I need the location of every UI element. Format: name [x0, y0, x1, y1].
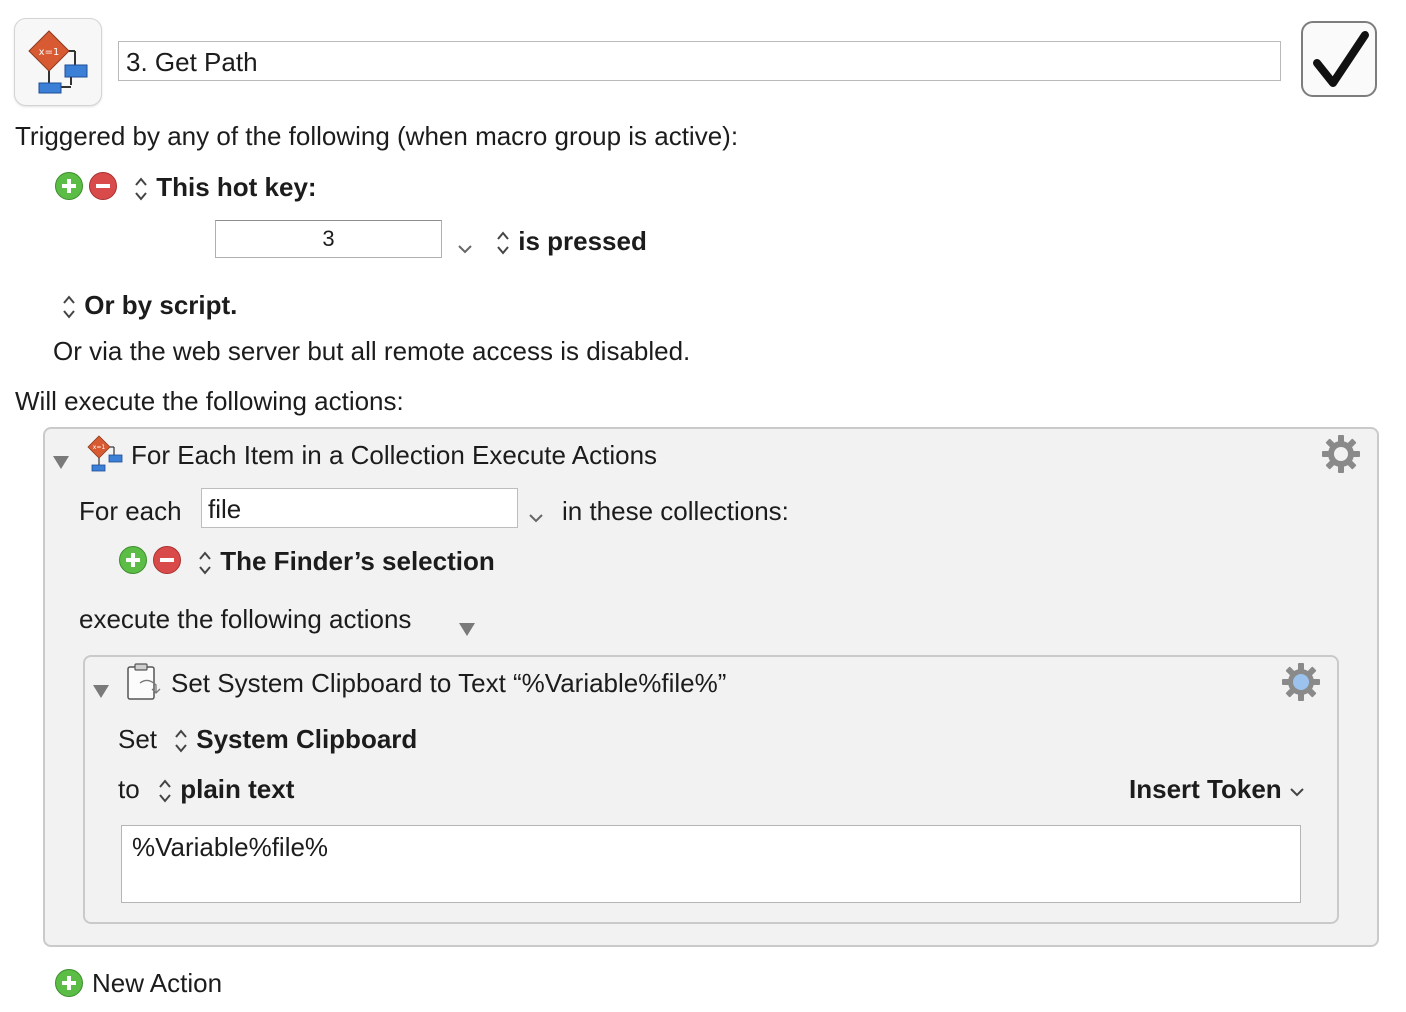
insert-token-label: Insert Token: [1129, 774, 1282, 804]
for-each-action-title: For Each Item in a Collection Execute Ac…: [131, 440, 658, 470]
web-server-note: Or via the web server but all remote acc…: [53, 336, 691, 366]
gear-icon: [1322, 435, 1360, 473]
script-trigger-label: Or by script.: [84, 290, 238, 320]
variable-name-field[interactable]: file: [201, 488, 518, 528]
disclosure-triangle-icon: [93, 685, 109, 698]
trigger-type-popup[interactable]: This hot key:: [133, 172, 317, 204]
minus-circle-icon: [160, 558, 174, 562]
flowchart-icon: x=1: [28, 30, 88, 94]
clipboard-action-title: Set System Clipboard to Text “%Variable%…: [171, 668, 727, 698]
clipboard-text-area[interactable]: %Variable%file%: [121, 825, 1301, 903]
stepper-arrows-icon: [199, 551, 211, 575]
trigger-type-label: This hot key:: [156, 172, 317, 202]
disclosure-triangle-icon: [459, 623, 475, 636]
text-format-popup[interactable]: plain text: [157, 774, 294, 806]
triggers-heading: Triggered by any of the following (when …: [15, 121, 739, 151]
add-trigger-button[interactable]: [55, 172, 83, 200]
flowchart-icon: x=1: [87, 435, 123, 472]
remove-collection-button[interactable]: [153, 546, 181, 574]
minus-circle-icon: [96, 184, 110, 188]
stepper-arrows-icon: [175, 729, 187, 753]
plus-circle-icon: [62, 976, 76, 990]
chevron-down-icon: [1290, 788, 1304, 797]
remove-trigger-button[interactable]: [89, 172, 117, 200]
for-each-action-icon: x=1: [86, 434, 124, 479]
macro-name-field[interactable]: 3. Get Path: [118, 41, 1281, 81]
collection-type-popup[interactable]: The Finder’s selection: [197, 546, 495, 578]
for-each-disclosure-triangle[interactable]: [52, 446, 70, 477]
execute-actions-label: execute the following actions: [79, 604, 412, 634]
hotkey-condition-label: is pressed: [518, 226, 647, 256]
new-action-button[interactable]: New Action: [92, 968, 222, 999]
gear-icon: [1282, 663, 1320, 701]
macro-icon[interactable]: x=1: [14, 18, 102, 106]
clipboard-gear-button[interactable]: [1281, 662, 1321, 709]
actions-heading: Will execute the following actions:: [15, 386, 404, 416]
clipboard-target-label: System Clipboard: [196, 724, 418, 754]
variable-dropdown-button[interactable]: [527, 501, 545, 532]
plus-circle-icon: [126, 553, 140, 567]
collection-type-label: The Finder’s selection: [220, 546, 495, 576]
macro-enable-checkbox[interactable]: [1301, 21, 1377, 97]
for-each-label: For each: [79, 496, 182, 526]
add-collection-button[interactable]: [119, 546, 147, 574]
stepper-arrows-icon: [135, 177, 147, 201]
hotkey-field[interactable]: 3: [215, 220, 442, 258]
for-each-gear-button[interactable]: [1321, 434, 1361, 481]
hotkey-dropdown-button[interactable]: [456, 232, 474, 263]
hotkey-condition-popup[interactable]: is pressed: [495, 226, 647, 258]
execute-actions-disclosure-triangle[interactable]: [458, 613, 476, 644]
stepper-arrows-icon: [63, 295, 75, 319]
to-label: to: [118, 774, 140, 804]
set-label: Set: [118, 724, 158, 754]
script-trigger-popup[interactable]: Or by script.: [61, 290, 237, 322]
svg-text:x=1: x=1: [93, 444, 106, 451]
clipboard-action-icon: [126, 663, 166, 708]
disclosure-triangle-icon: [53, 456, 69, 469]
clipboard-target-popup[interactable]: System Clipboard: [173, 724, 417, 756]
checkmark-icon: [1313, 31, 1369, 87]
clipboard-icon: [127, 663, 161, 700]
text-format-label: plain text: [180, 774, 295, 804]
svg-text:x=1: x=1: [39, 47, 60, 58]
plus-circle-icon: [62, 179, 76, 193]
stepper-arrows-icon: [497, 231, 509, 255]
new-action-add-icon-button[interactable]: [55, 969, 83, 997]
chevron-down-icon: [458, 245, 472, 254]
chevron-down-icon: [529, 514, 543, 523]
clipboard-disclosure-triangle[interactable]: [92, 675, 110, 706]
stepper-arrows-icon: [159, 779, 171, 803]
collections-label: in these collections:: [562, 496, 789, 526]
insert-token-button[interactable]: Insert Token: [1129, 774, 1305, 805]
